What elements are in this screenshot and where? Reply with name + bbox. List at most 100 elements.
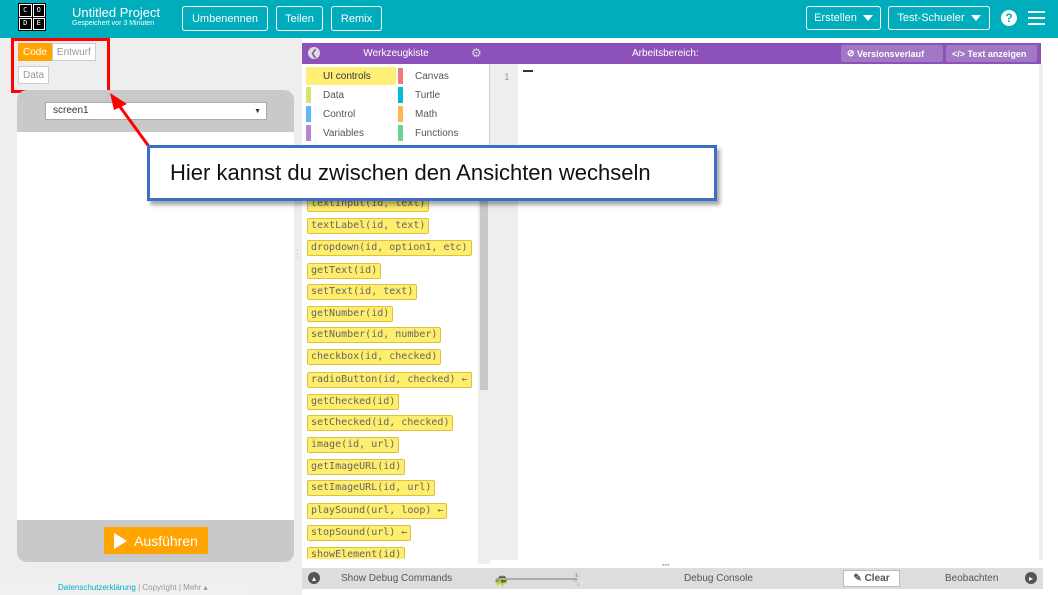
- footer-separator: |: [178, 583, 181, 592]
- expand-debug-icon[interactable]: ▴: [308, 572, 320, 584]
- clear-button[interactable]: ✎ Clear: [843, 570, 900, 587]
- rabbit-fast-icon: 🐇: [570, 573, 585, 587]
- footer: Datenschutzerklärung | Copyright | Mehr …: [0, 578, 250, 595]
- category-label: Functions: [415, 127, 459, 139]
- watch-label: Beobachten: [945, 573, 999, 584]
- line-number: 1: [504, 73, 510, 83]
- code-block[interactable]: showElement(id): [307, 547, 406, 560]
- screen-select-value: screen1: [53, 105, 89, 116]
- project-title: Untitled Project: [72, 5, 161, 20]
- workspace-header: Arbeitsbereich: ⊘ Versionsverlauf </> Te…: [490, 43, 1041, 64]
- code-block[interactable]: setImageURL(id, url): [307, 480, 436, 496]
- copyright-link[interactable]: Copyright: [142, 583, 176, 592]
- category-label: Turtle: [415, 89, 441, 101]
- category-ui-controls[interactable]: UI controls: [306, 67, 396, 85]
- hamburger-icon[interactable]: [1028, 11, 1045, 29]
- category-swatch: [306, 106, 311, 122]
- create-dropdown[interactable]: Erstellen: [806, 6, 881, 30]
- code-icon: </>: [952, 48, 968, 59]
- instruction-callout: Hier kannst du zwischen den Ansichten we…: [147, 145, 717, 201]
- code-block[interactable]: getText(id): [307, 263, 382, 279]
- history-icon: ⊘: [847, 48, 858, 58]
- toolbox-header: ❮ Werkzeugkiste ⚙: [302, 43, 490, 64]
- category-label: Control: [323, 108, 356, 120]
- debug-bar: ▴ Show Debug Commands 🐢 🐇 Debug Console …: [302, 568, 1043, 589]
- code-block[interactable]: radioButton(id, checked) ←: [307, 372, 472, 388]
- clear-label: Clear: [864, 573, 890, 584]
- share-button[interactable]: Teilen: [276, 6, 323, 31]
- rename-button[interactable]: Umbenennen: [182, 6, 268, 31]
- logo-letter: C: [19, 4, 32, 17]
- code-block[interactable]: setText(id, text): [307, 284, 418, 300]
- code-org-logo[interactable]: C O D E: [18, 3, 46, 31]
- logo-letter: O: [32, 4, 45, 17]
- remix-button[interactable]: Remix: [331, 6, 382, 31]
- saved-status: Gespeichert vor 3 Minuten: [72, 20, 155, 27]
- category-math[interactable]: Math: [398, 105, 486, 123]
- footer-separator: |: [138, 583, 141, 592]
- help-icon[interactable]: ?: [1001, 10, 1017, 26]
- create-label: Erstellen: [814, 12, 857, 24]
- chevron-down-icon: ▼: [254, 108, 261, 115]
- debug-console-label: Debug Console: [684, 573, 753, 584]
- logo-letter: D: [19, 17, 32, 30]
- code-block[interactable]: playSound(url, loop) ←: [307, 503, 448, 519]
- category-label: Canvas: [415, 70, 449, 82]
- line-gutter: [490, 64, 518, 560]
- category-label: UI controls: [323, 70, 371, 82]
- code-block[interactable]: image(id, url): [307, 437, 400, 453]
- code-block[interactable]: getNumber(id): [307, 306, 394, 322]
- code-editor[interactable]: [518, 64, 1039, 560]
- run-label: Ausführen: [134, 532, 198, 549]
- more-link[interactable]: Mehr ▴: [183, 583, 207, 592]
- category-swatch: [306, 125, 311, 141]
- privacy-link[interactable]: Datenschutzerklärung: [58, 583, 136, 592]
- category-functions[interactable]: Functions: [398, 124, 486, 142]
- user-dropdown[interactable]: Test-Schueler: [888, 6, 990, 30]
- workspace-title: Arbeitsbereich:: [632, 48, 699, 59]
- run-button[interactable]: Ausführen: [104, 527, 208, 554]
- category-label: Math: [415, 108, 438, 120]
- code-block[interactable]: checkbox(id, checked): [307, 349, 442, 365]
- code-block[interactable]: setNumber(id, number): [307, 327, 442, 343]
- palette-scroll-thumb[interactable]: [480, 170, 488, 390]
- code-block[interactable]: stopSound(url) ←: [307, 525, 412, 541]
- resize-handle[interactable]: · · ·: [296, 246, 301, 262]
- speed-slider[interactable]: [496, 578, 576, 580]
- screen-select[interactable]: screen1 ▼: [45, 102, 267, 120]
- category-variables[interactable]: Variables: [306, 124, 396, 142]
- workspace-scrollbar[interactable]: [1039, 64, 1043, 560]
- category-data[interactable]: Data: [306, 86, 396, 104]
- code-block[interactable]: textLabel(id, text): [307, 218, 430, 234]
- eraser-icon: ✎: [853, 573, 865, 584]
- text-cursor: [523, 64, 533, 72]
- category-control[interactable]: Control: [306, 105, 396, 123]
- gear-icon[interactable]: ⚙: [471, 46, 482, 60]
- code-block[interactable]: dropdown(id, option1, etc): [307, 240, 472, 256]
- show-debug-commands[interactable]: Show Debug Commands: [341, 573, 452, 584]
- turtle-slow-icon: 🐢: [494, 573, 509, 587]
- code-block[interactable]: setChecked(id, checked): [307, 415, 454, 431]
- category-swatch: [306, 87, 311, 103]
- category-swatch: [398, 106, 403, 122]
- category-canvas[interactable]: Canvas: [398, 67, 486, 85]
- category-swatch: [398, 68, 403, 84]
- category-label: Data: [323, 89, 345, 101]
- code-block[interactable]: getChecked(id): [307, 394, 400, 410]
- chevron-down-icon: [862, 15, 873, 21]
- logo-letter: E: [32, 17, 45, 30]
- toolbox-title: Werkzeugkiste: [363, 48, 429, 59]
- toolbox-categories: UI controls Canvas Data Turtle Control M…: [302, 64, 490, 146]
- category-label: Variables: [323, 127, 364, 139]
- category-swatch: [398, 87, 403, 103]
- code-block[interactable]: getImageURL(id): [307, 459, 406, 475]
- show-text-button[interactable]: </> Text anzeigen: [946, 45, 1037, 62]
- highlight-box: [11, 38, 110, 93]
- category-swatch: [306, 68, 311, 84]
- category-turtle[interactable]: Turtle: [398, 86, 486, 104]
- show-text-label: Text anzeigen: [967, 48, 1027, 59]
- chevron-right-icon[interactable]: ▸: [1025, 572, 1037, 584]
- collapse-toolbox-icon[interactable]: ❮: [308, 47, 320, 59]
- play-icon: [114, 532, 128, 549]
- version-history-button[interactable]: ⊘ Versionsverlauf: [841, 45, 943, 62]
